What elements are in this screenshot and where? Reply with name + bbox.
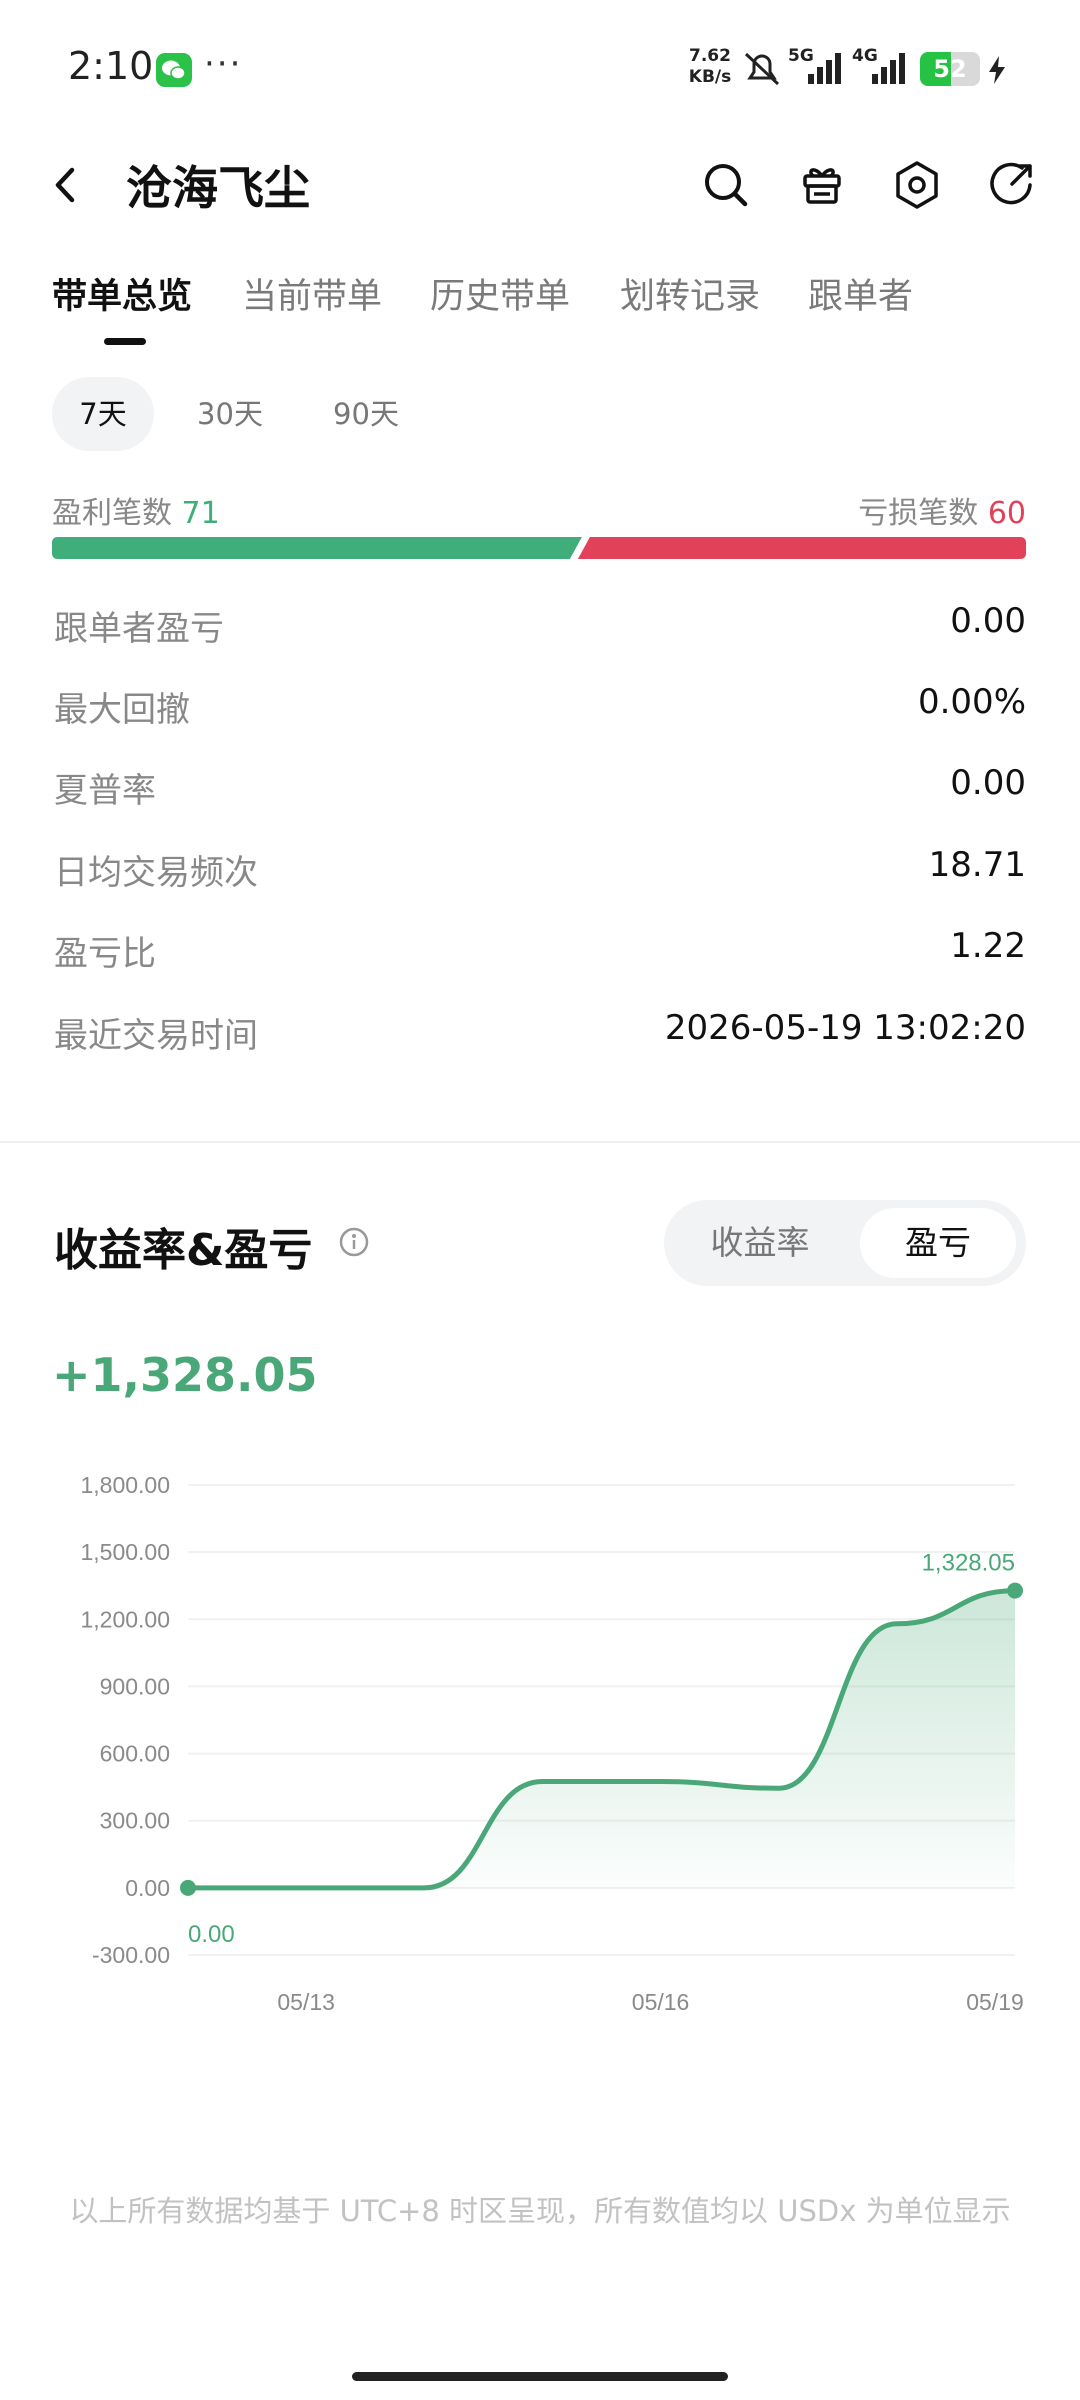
stat-label-sharpe-ratio: 夏普率 <box>54 771 156 811</box>
battery-icon: 52 <box>920 52 980 86</box>
stat-value-last-trade-time: 2026-05-19 13:02:20 <box>664 1008 1026 1048</box>
page-title: 沧海飞尘 <box>126 161 310 215</box>
y-tick-label: 1,800.00 <box>80 1472 170 1498</box>
section-title: 收益率&盈亏 <box>54 1225 313 1276</box>
more-notifications-icon: ··· <box>204 44 243 84</box>
win-count-label: 盈利笔数 71 <box>52 496 220 531</box>
toggle-pnl[interactable]: 盈亏 <box>860 1208 1016 1278</box>
stat-value-daily-trades: 18.71 <box>928 845 1026 885</box>
tab-transfer-records[interactable]: 划转记录 <box>620 268 760 319</box>
y-tick-label: 1,500.00 <box>80 1539 170 1565</box>
stat-label-last-trade-time: 最近交易时间 <box>54 1016 258 1056</box>
period-30d-button[interactable]: 30天 <box>176 377 284 451</box>
mute-icon <box>740 48 784 88</box>
y-tick-label: 0.00 <box>125 1875 170 1901</box>
screen: 2:10 ··· 7.62 KB/s 5G 4G 52 沧海飞尘 带单总览 当前… <box>0 0 1080 2400</box>
network-speed: 7.62 KB/s <box>688 46 732 87</box>
x-tick-label: 05/13 <box>277 1989 335 2015</box>
period-90d-button[interactable]: 90天 <box>312 377 420 451</box>
win-count: 71 <box>181 496 220 531</box>
tab-overview[interactable]: 带单总览 <box>52 268 192 319</box>
win-bar-segment <box>52 537 582 559</box>
loss-count: 60 <box>987 496 1026 531</box>
y-tick-label: 300.00 <box>100 1808 170 1834</box>
y-tick-label: -300.00 <box>92 1942 170 1968</box>
x-tick-label: 05/16 <box>632 1989 690 2015</box>
settings-icon[interactable] <box>886 154 948 216</box>
loss-count-label: 亏损笔数 60 <box>858 496 1026 531</box>
section-divider <box>0 1141 1080 1143</box>
stat-value-pnl-ratio: 1.22 <box>950 926 1026 966</box>
toggle-return-rate[interactable]: 收益率 <box>672 1208 848 1278</box>
tab-current-orders[interactable]: 当前带单 <box>242 268 382 319</box>
period-7d-button[interactable]: 7天 <box>52 377 154 451</box>
signal-4g-icon <box>870 52 910 86</box>
signal-5g-icon <box>806 52 844 86</box>
y-tick-label: 1,200.00 <box>80 1606 170 1632</box>
back-icon[interactable] <box>34 154 96 216</box>
loss-bar-segment <box>577 537 1026 559</box>
stat-value-follower-pnl: 0.00 <box>950 601 1026 641</box>
stat-label-max-drawdown: 最大回撤 <box>54 690 190 730</box>
status-time: 2:10 <box>68 44 154 88</box>
tab-followers[interactable]: 跟单者 <box>808 268 913 319</box>
metric-toggle: 收益率 盈亏 <box>664 1200 1026 1286</box>
stat-value-max-drawdown: 0.00% <box>917 682 1026 722</box>
end-point-marker <box>1007 1582 1023 1599</box>
share-icon[interactable] <box>980 154 1042 216</box>
end-value-label: 1,328.05 <box>922 1550 1015 1577</box>
x-tick-label: 05/19 <box>966 1989 1024 2015</box>
tab-order-history[interactable]: 历史带单 <box>430 268 570 319</box>
wechat-icon <box>156 53 192 87</box>
pnl-chart: 1,800.00 1,500.00 1,200.00 900.00 600.00 300.… <box>80 1472 1024 2015</box>
stat-value-sharpe-ratio: 0.00 <box>950 763 1026 803</box>
total-pnl-value: +1,328.05 <box>52 1348 318 1402</box>
home-indicator[interactable] <box>352 2372 728 2381</box>
start-value-label: 0.00 <box>188 1921 235 1948</box>
search-icon[interactable] <box>695 154 757 216</box>
y-tick-label: 600.00 <box>100 1741 170 1767</box>
active-tab-indicator <box>104 338 146 345</box>
gift-icon[interactable] <box>791 154 853 216</box>
start-point-marker <box>180 1879 196 1896</box>
y-tick-label: 900.00 <box>100 1673 170 1699</box>
info-icon[interactable] <box>338 1226 370 1258</box>
stat-label-follower-pnl: 跟单者盈亏 <box>54 609 224 649</box>
charging-icon <box>986 54 1008 86</box>
pnl-area-fill <box>188 1590 1015 1888</box>
timezone-note: 以上所有数据均基于 UTC+8 时区呈现，所有数值均以 USDx 为单位显示 <box>69 2194 1011 2228</box>
stat-label-pnl-ratio: 盈亏比 <box>54 934 156 974</box>
win-loss-ratio-bar <box>52 537 1026 559</box>
stat-label-daily-trades: 日均交易频次 <box>54 853 258 893</box>
